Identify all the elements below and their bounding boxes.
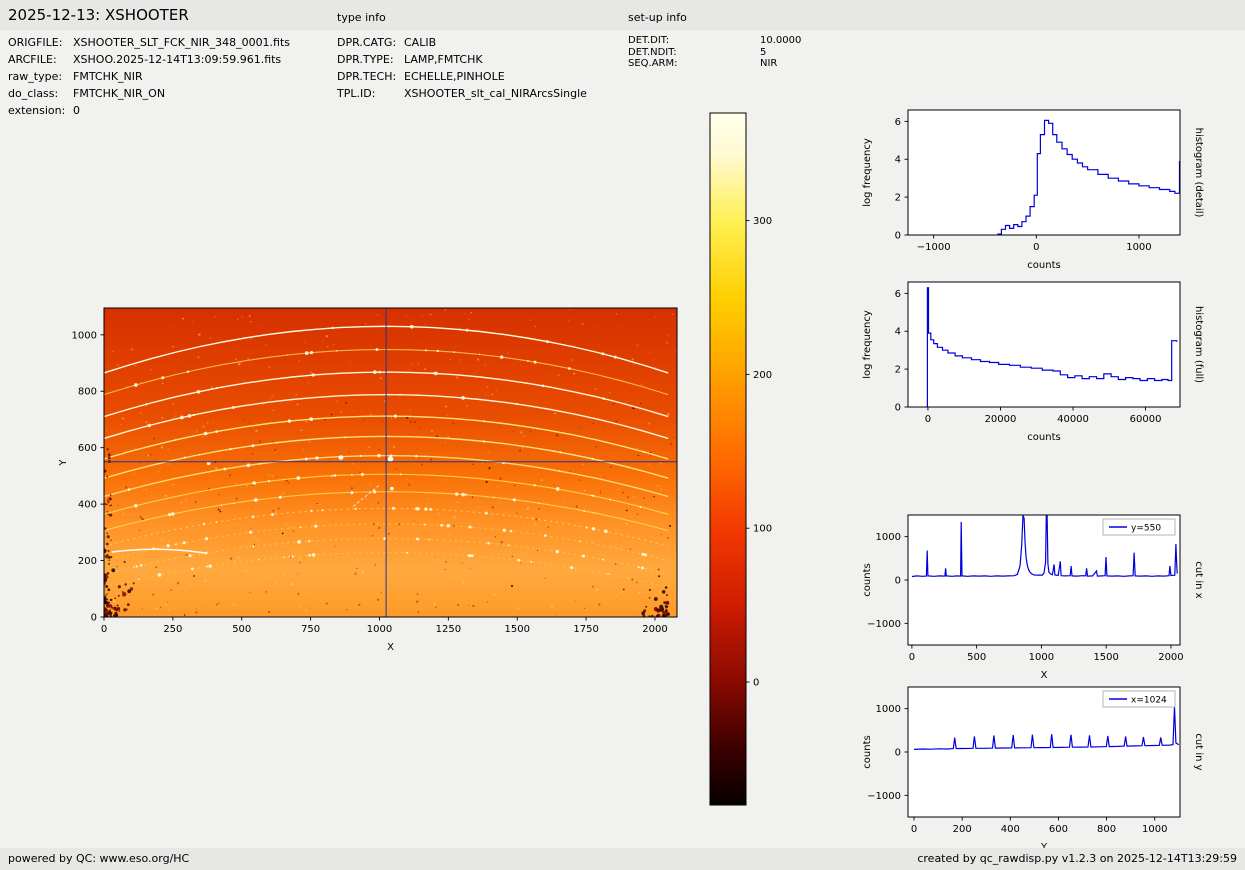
svg-text:4: 4 bbox=[895, 327, 901, 338]
svg-text:600: 600 bbox=[78, 443, 97, 454]
svg-text:−1000: −1000 bbox=[867, 791, 901, 802]
svg-text:counts: counts bbox=[862, 735, 873, 768]
footer-bar: powered by QC: www.eso.org/HC created by… bbox=[0, 848, 1245, 870]
svg-text:4: 4 bbox=[895, 155, 901, 166]
svg-text:0: 0 bbox=[91, 613, 97, 624]
svg-text:0: 0 bbox=[911, 824, 917, 835]
svg-text:0: 0 bbox=[925, 414, 931, 425]
svg-text:counts: counts bbox=[1027, 432, 1060, 443]
detector-raster bbox=[104, 308, 677, 617]
svg-text:0: 0 bbox=[909, 652, 915, 663]
svg-text:500: 500 bbox=[967, 652, 986, 663]
svg-text:750: 750 bbox=[301, 624, 320, 635]
legend: y=550 bbox=[1103, 519, 1175, 535]
svg-text:250: 250 bbox=[163, 624, 182, 635]
svg-text:40000: 40000 bbox=[1057, 414, 1089, 425]
colorbar: 0 100 200 300 bbox=[700, 104, 792, 816]
svg-text:6: 6 bbox=[895, 289, 901, 300]
footer-powered-by: powered by QC: www.eso.org/HC bbox=[8, 852, 189, 865]
svg-text:1000: 1000 bbox=[72, 330, 97, 341]
svg-text:1000: 1000 bbox=[1029, 652, 1054, 663]
svg-text:cut in x: cut in x bbox=[1193, 561, 1204, 598]
qc-report-page: 2025-12-13: XSHOOTER type info set-up in… bbox=[0, 0, 1245, 870]
svg-text:200: 200 bbox=[753, 370, 772, 381]
svg-text:200: 200 bbox=[953, 824, 972, 835]
svg-text:20000: 20000 bbox=[985, 414, 1017, 425]
svg-text:1000: 1000 bbox=[1126, 242, 1151, 253]
svg-text:−1000: −1000 bbox=[867, 619, 901, 630]
svg-text:1250: 1250 bbox=[436, 624, 461, 635]
svg-text:400: 400 bbox=[78, 500, 97, 511]
svg-text:Y: Y bbox=[58, 459, 69, 467]
svg-text:0: 0 bbox=[895, 748, 901, 759]
svg-text:0: 0 bbox=[895, 576, 901, 587]
svg-text:400: 400 bbox=[1001, 824, 1020, 835]
svg-text:0: 0 bbox=[101, 624, 107, 635]
svg-text:300: 300 bbox=[753, 216, 772, 227]
footer-created-by: created by qc_rawdisp.py v1.2.3 on 2025-… bbox=[917, 852, 1237, 865]
svg-text:800: 800 bbox=[1097, 824, 1116, 835]
svg-text:−1000: −1000 bbox=[917, 242, 951, 253]
svg-text:X: X bbox=[387, 642, 394, 653]
svg-text:6: 6 bbox=[895, 117, 901, 128]
charts-area: 0250500750100012501500175020000200400600… bbox=[0, 0, 1245, 870]
detector-image-plot: 0 250 500 750 1000 1250 1500 1750 2000 0 200 400 600… bbox=[48, 296, 695, 663]
histogram-full-plot: 0 20000 40000 60000 0 2 4 6 counts log frequency h… bbox=[850, 270, 1216, 453]
svg-text:0: 0 bbox=[895, 231, 901, 242]
svg-text:cut in y: cut in y bbox=[1193, 733, 1204, 770]
svg-text:log frequency: log frequency bbox=[862, 310, 873, 379]
histogram-detail-plot: −1000010000246countslog frequencyhistogr… bbox=[850, 98, 1216, 281]
svg-text:histogram (full): histogram (full) bbox=[1193, 306, 1204, 383]
svg-text:1000: 1000 bbox=[367, 624, 392, 635]
svg-text:1000: 1000 bbox=[876, 532, 901, 543]
colorbar-gradient bbox=[710, 113, 746, 805]
svg-text:1500: 1500 bbox=[1093, 652, 1118, 663]
svg-text:2000: 2000 bbox=[1158, 652, 1183, 663]
svg-text:1000: 1000 bbox=[876, 704, 901, 715]
svg-text:1500: 1500 bbox=[504, 624, 529, 635]
svg-text:log frequency: log frequency bbox=[862, 138, 873, 207]
svg-text:2: 2 bbox=[895, 193, 901, 204]
svg-text:800: 800 bbox=[78, 387, 97, 398]
svg-text:y=550: y=550 bbox=[1131, 524, 1161, 534]
svg-text:60000: 60000 bbox=[1130, 414, 1162, 425]
svg-text:2: 2 bbox=[895, 365, 901, 376]
svg-text:x=1024: x=1024 bbox=[1131, 696, 1167, 706]
legend: x=1024 bbox=[1103, 691, 1175, 707]
svg-text:200: 200 bbox=[78, 556, 97, 567]
svg-text:0: 0 bbox=[895, 403, 901, 414]
svg-text:1750: 1750 bbox=[573, 624, 598, 635]
svg-text:600: 600 bbox=[1049, 824, 1068, 835]
svg-text:100: 100 bbox=[753, 524, 772, 535]
svg-text:counts: counts bbox=[862, 563, 873, 596]
svg-text:0: 0 bbox=[753, 677, 759, 688]
svg-text:1000: 1000 bbox=[1142, 824, 1167, 835]
cut-in-y-plot: 02004006008001000−100001000Ycountscut in… bbox=[850, 675, 1216, 863]
svg-text:histogram (detail): histogram (detail) bbox=[1193, 128, 1204, 218]
svg-text:2000: 2000 bbox=[642, 624, 667, 635]
cut-in-x-plot: 0500100015002000−100001000Xcountscut in … bbox=[850, 503, 1216, 691]
svg-text:0: 0 bbox=[1033, 242, 1039, 253]
svg-text:500: 500 bbox=[232, 624, 251, 635]
